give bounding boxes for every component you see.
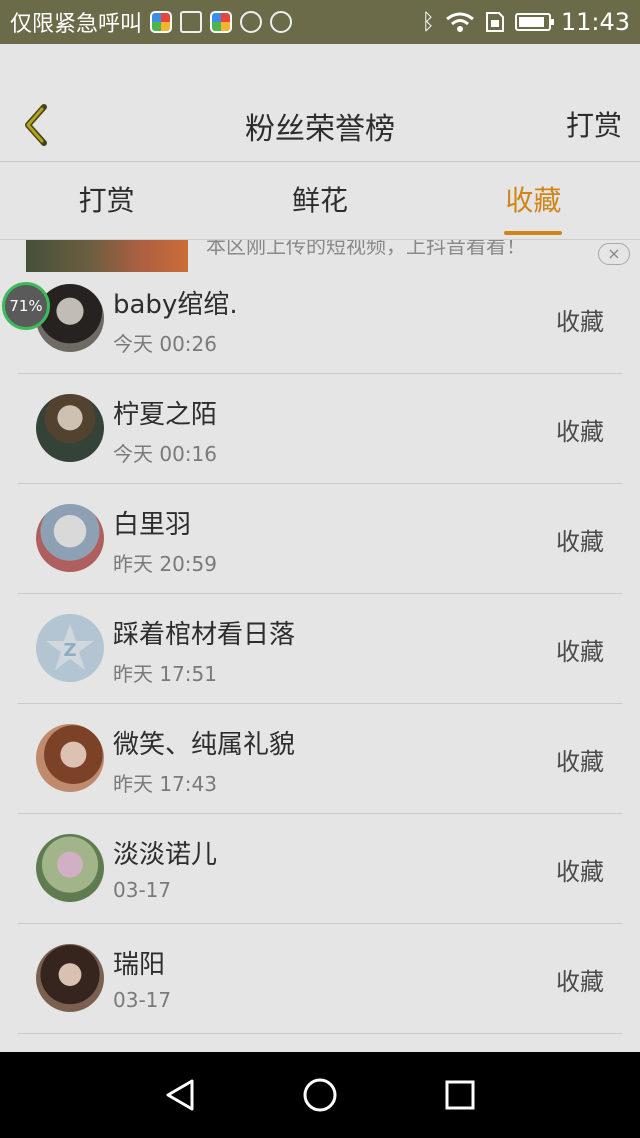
fan-name: 淡淡诺儿 <box>113 840 218 870</box>
fan-name: 瑞阳 <box>113 950 166 980</box>
list-item[interactable]: Z 踩着棺材看日落 昨天 17:51 收藏 <box>0 594 640 704</box>
title-bar: 粉丝荣誉榜 打赏 <box>0 44 640 162</box>
square-recents-icon <box>445 1080 475 1110</box>
nav-home-button[interactable] <box>292 1067 348 1123</box>
fan-name: baby绾绾. <box>113 290 238 320</box>
bluetooth-icon: ᛒ <box>421 9 435 35</box>
fan-list: baby绾绾. 今天 00:26 收藏 柠夏之陌 今天 00:16 收藏 白里羽… <box>0 264 640 1034</box>
fan-time: 03-17 <box>113 878 172 902</box>
avatar <box>36 504 104 572</box>
favorite-label: 收藏 <box>556 638 604 666</box>
avatar: Z <box>36 614 104 682</box>
fan-time: 昨天 20:59 <box>113 552 217 576</box>
fan-time: 03-17 <box>113 988 172 1012</box>
app-color-icon <box>210 11 233 33</box>
svg-text:Z: Z <box>63 640 76 661</box>
default-avatar-icon: Z <box>46 624 94 670</box>
list-item[interactable]: 柠夏之陌 今天 00:16 收藏 <box>0 374 640 484</box>
fan-name: 微笑、纯属礼貌 <box>113 730 296 760</box>
nav-bar <box>0 1052 640 1138</box>
fan-name: 踩着棺材看日落 <box>113 620 296 650</box>
reward-button[interactable]: 打赏 <box>566 104 622 144</box>
circle-home-icon <box>303 1078 337 1112</box>
wifi-icon <box>445 12 474 32</box>
fan-time: 昨天 17:43 <box>113 772 217 796</box>
battery-level <box>518 17 544 27</box>
list-item[interactable]: 微笑、纯属礼貌 昨天 17:43 收藏 <box>0 704 640 814</box>
ad-text: 本区刚上传的短视频，上抖音看看！ <box>206 240 526 258</box>
tab-flowers[interactable]: 鲜花 <box>213 162 426 239</box>
carrier-text: 仅限紧急呼叫 <box>10 12 143 37</box>
triangle-back-icon <box>166 1079 194 1111</box>
page-title: 粉丝荣誉榜 <box>245 112 395 147</box>
list-item[interactable]: 淡淡诺儿 03-17 收藏 <box>0 814 640 924</box>
sim-icon <box>485 12 504 32</box>
fan-time: 昨天 17:51 <box>113 662 217 686</box>
favorite-label: 收藏 <box>556 858 604 886</box>
favorite-label: 收藏 <box>556 418 604 446</box>
system-icons: ᛒ 11:43 <box>422 8 630 36</box>
list-item[interactable]: baby绾绾. 今天 00:26 收藏 <box>0 264 640 374</box>
favorite-label: 收藏 <box>556 748 604 776</box>
app-color-icon <box>150 11 173 33</box>
avatar <box>36 834 104 902</box>
fan-name: 白里羽 <box>113 510 192 540</box>
avatar <box>36 944 104 1012</box>
fan-name: 柠夏之陌 <box>113 400 218 430</box>
clock: 11:43 <box>560 8 630 36</box>
avatar <box>36 394 104 462</box>
list-item[interactable]: 瑞阳 03-17 收藏 <box>0 924 640 1034</box>
music-icon <box>270 11 293 33</box>
nav-recents-button[interactable] <box>432 1067 488 1123</box>
ad-close-button[interactable]: × <box>598 243 630 265</box>
tab-reward[interactable]: 打赏 <box>0 162 213 239</box>
favorite-label: 收藏 <box>556 528 604 556</box>
app-screen: 仅限紧急呼叫 ᛒ 11:43 粉丝荣誉榜 打赏 打赏 鲜花 收藏 本区刚上传的短… <box>0 0 640 1052</box>
image-icon <box>180 11 203 33</box>
progress-badge[interactable]: 71% <box>2 282 50 330</box>
avatar <box>36 724 104 792</box>
tab-bar: 打赏 鲜花 收藏 <box>0 162 640 240</box>
tab-favorites[interactable]: 收藏 <box>427 162 640 239</box>
nav-back-button[interactable] <box>152 1067 208 1123</box>
fan-time: 今天 00:16 <box>113 442 217 466</box>
notification-icons <box>150 11 293 33</box>
fan-time: 今天 00:26 <box>113 332 217 356</box>
favorite-label: 收藏 <box>556 968 604 996</box>
favorite-label: 收藏 <box>556 308 604 336</box>
list-item[interactable]: 白里羽 昨天 20:59 收藏 <box>0 484 640 594</box>
battery-icon <box>514 13 554 31</box>
status-bar: 仅限紧急呼叫 ᛒ 11:43 <box>0 0 640 44</box>
face-icon <box>240 11 263 33</box>
